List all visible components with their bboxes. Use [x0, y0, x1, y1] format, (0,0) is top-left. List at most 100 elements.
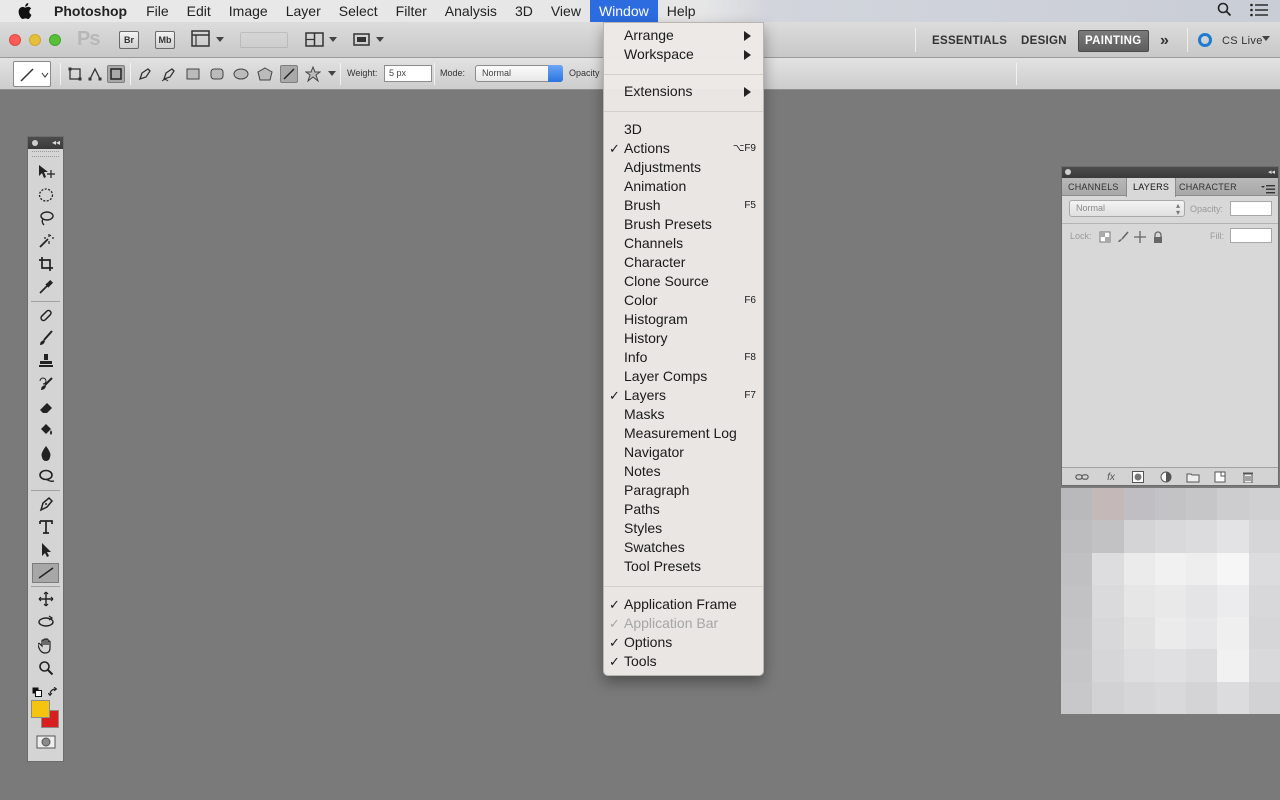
menu-item-measurement-log[interactable]: Measurement Log	[604, 424, 763, 443]
menu-analysis[interactable]: Analysis	[436, 0, 506, 22]
lock-position-icon[interactable]	[1134, 230, 1146, 248]
menu-edit[interactable]: Edit	[178, 0, 220, 22]
launch-bridge-button[interactable]: Br	[119, 31, 139, 49]
app-name-menu[interactable]: Photoshop	[50, 3, 137, 19]
tool-preset-picker[interactable]	[13, 61, 51, 87]
view-extras-dropdown-icon[interactable]	[216, 37, 224, 42]
menu-window[interactable]: Window	[589, 0, 658, 22]
tools-panel-grip[interactable]	[32, 151, 59, 157]
menu-item-channels[interactable]: Channels	[604, 234, 763, 253]
menu-item-styles[interactable]: Styles	[604, 519, 763, 538]
eraser-tool-icon[interactable]	[32, 397, 59, 417]
menu-item-layers[interactable]: ✓ Layers F7	[604, 386, 763, 405]
magic-wand-tool-icon[interactable]	[32, 231, 59, 251]
menu-item-navigator[interactable]: Navigator	[604, 443, 763, 462]
menu-item-application-frame[interactable]: ✓ Application Frame	[604, 595, 763, 614]
swap-colors-icon[interactable]	[47, 684, 58, 697]
brush-tool-icon[interactable]	[32, 328, 59, 348]
menu-item-masks[interactable]: Masks	[604, 405, 763, 424]
layer-opacity-input[interactable]	[1230, 201, 1272, 216]
menu-3d[interactable]: 3D	[506, 0, 542, 22]
shape-layers-icon[interactable]	[66, 65, 84, 83]
layers-panel-collapse-icon[interactable]: ◂◂	[1268, 167, 1275, 178]
line-tool-icon[interactable]	[32, 563, 59, 583]
menu-item-animation[interactable]: Animation	[604, 177, 763, 196]
screen-mode-dropdown-icon[interactable]	[376, 37, 384, 42]
tools-panel-close-icon[interactable]	[32, 140, 38, 146]
menu-view[interactable]: View	[542, 0, 590, 22]
fill-pixels-icon[interactable]	[107, 65, 125, 83]
cs-live-menu[interactable]: CS Live	[1216, 30, 1269, 52]
menu-image[interactable]: Image	[220, 0, 277, 22]
pen-tool-icon[interactable]	[136, 65, 154, 83]
layer-style-fx-icon[interactable]: fx	[1104, 471, 1118, 483]
new-group-icon[interactable]	[1186, 471, 1200, 483]
menu-item-color[interactable]: Color F6	[604, 291, 763, 310]
healing-brush-tool-icon[interactable]	[32, 305, 59, 325]
pen-tool-icon[interactable]	[32, 494, 59, 514]
workspace-painting-button[interactable]: PAINTING	[1078, 30, 1149, 52]
lock-all-icon[interactable]	[1152, 230, 1164, 248]
menu-item-brush-presets[interactable]: Brush Presets	[604, 215, 763, 234]
move-tool-icon[interactable]	[32, 162, 59, 182]
menu-layer[interactable]: Layer	[277, 0, 330, 22]
custom-shape-icon[interactable]	[304, 65, 322, 83]
menu-item-extensions[interactable]: Extensions	[604, 82, 763, 101]
add-layer-mask-icon[interactable]	[1131, 471, 1145, 483]
ellipse-shape-icon[interactable]	[232, 65, 250, 83]
notification-center-icon[interactable]	[1250, 3, 1268, 20]
menu-help[interactable]: Help	[658, 0, 705, 22]
menu-select[interactable]: Select	[330, 0, 387, 22]
new-layer-icon[interactable]	[1213, 471, 1227, 483]
crop-tool-icon[interactable]	[32, 254, 59, 274]
layers-panel-titlebar[interactable]: ◂◂	[1062, 167, 1278, 178]
menu-item-actions[interactable]: ✓ Actions ⌥F9	[604, 139, 763, 158]
menu-item-tools[interactable]: ✓ Tools	[604, 652, 763, 671]
menu-item-options[interactable]: ✓ Options	[604, 633, 763, 652]
path-selection-tool-icon[interactable]	[32, 540, 59, 560]
shape-picker-dropdown-icon[interactable]	[328, 71, 336, 76]
rounded-rectangle-icon[interactable]	[208, 65, 226, 83]
menu-item-paragraph[interactable]: Paragraph	[604, 481, 763, 500]
polygon-shape-icon[interactable]	[256, 65, 274, 83]
tab-channels[interactable]: CHANNELS	[1062, 178, 1125, 196]
quick-mask-icon[interactable]	[36, 735, 56, 749]
history-brush-tool-icon[interactable]	[32, 374, 59, 394]
weight-input[interactable]: 5 px	[384, 65, 432, 82]
arrange-documents-button[interactable]	[305, 31, 325, 49]
marquee-tool-icon[interactable]	[32, 185, 59, 205]
menu-item-paths[interactable]: Paths	[604, 500, 763, 519]
line-shape-icon[interactable]	[280, 65, 298, 83]
type-tool-icon[interactable]	[32, 517, 59, 537]
menu-item-tool-presets[interactable]: Tool Presets	[604, 557, 763, 576]
menu-item-character[interactable]: Character	[604, 253, 763, 272]
close-window-button[interactable]	[9, 34, 21, 46]
eyedropper-tool-icon[interactable]	[32, 277, 59, 297]
layer-fill-input[interactable]	[1230, 228, 1272, 243]
workspace-design-button[interactable]: DESIGN	[1015, 30, 1073, 52]
default-colors-icon[interactable]	[32, 684, 42, 697]
minimize-window-button[interactable]	[29, 34, 41, 46]
lock-image-pixels-icon[interactable]	[1117, 230, 1129, 248]
menu-item-arrange[interactable]: Arrange	[604, 26, 763, 45]
foreground-color-swatch[interactable]	[31, 700, 50, 718]
blend-mode-select[interactable]: Normal	[475, 65, 563, 82]
tab-layers[interactable]: LAYERS	[1126, 178, 1177, 197]
tools-panel-collapse-icon[interactable]: ◂◂	[52, 137, 60, 149]
menu-item-workspace[interactable]: Workspace	[604, 45, 763, 64]
zoom-tool-icon[interactable]	[32, 658, 59, 678]
menu-item-brush[interactable]: Brush F5	[604, 196, 763, 215]
menu-item-adjustments[interactable]: Adjustments	[604, 158, 763, 177]
menu-item-history[interactable]: History	[604, 329, 763, 348]
menu-item-info[interactable]: Info F8	[604, 348, 763, 367]
tools-panel-titlebar[interactable]: ◂◂	[28, 137, 63, 149]
link-layers-icon[interactable]	[1075, 471, 1089, 483]
paint-bucket-tool-icon[interactable]	[32, 420, 59, 440]
menu-filter[interactable]: Filter	[387, 0, 436, 22]
layers-panel-close-icon[interactable]	[1065, 169, 1071, 175]
menu-item-layer-comps[interactable]: Layer Comps	[604, 367, 763, 386]
hand-tool-icon[interactable]	[32, 635, 59, 655]
delete-layer-trash-icon[interactable]	[1241, 471, 1255, 483]
workspace-essentials-button[interactable]: ESSENTIALS	[926, 30, 1013, 52]
lock-transparent-pixels-icon[interactable]	[1099, 230, 1111, 248]
